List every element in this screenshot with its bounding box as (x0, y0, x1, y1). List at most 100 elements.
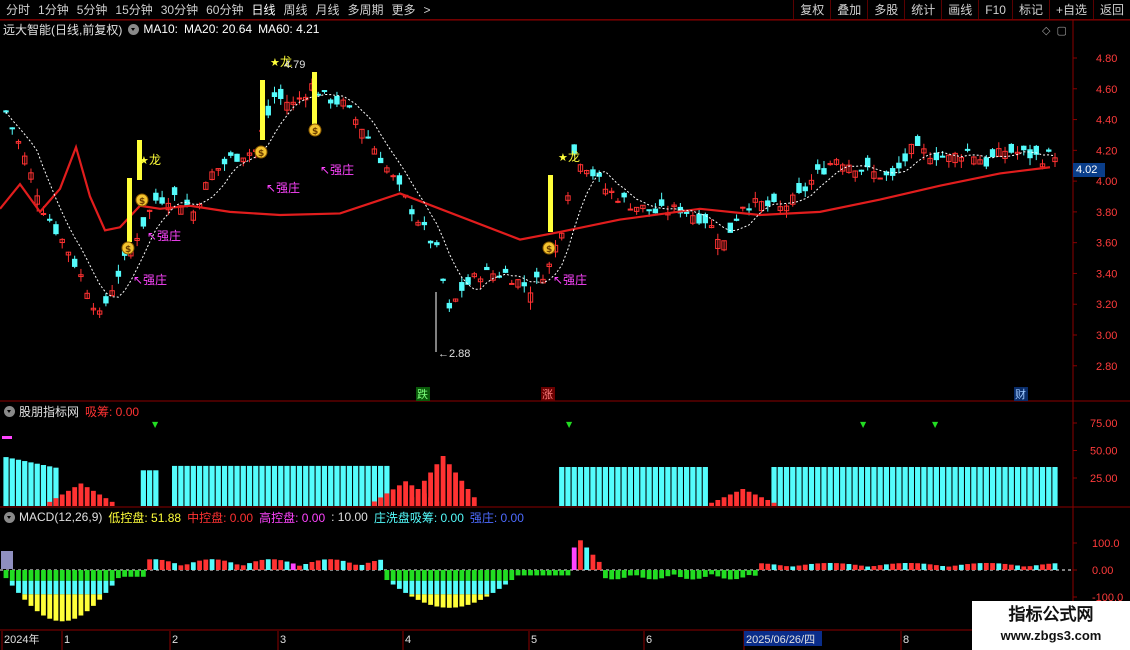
collapse-icon[interactable] (4, 511, 15, 523)
macd-bar-positive (1046, 563, 1052, 570)
candle-body (115, 270, 122, 277)
x-tick-label: 2024年 (4, 632, 39, 646)
macd-bar-negative (9, 570, 15, 581)
macd-bar-negative (134, 570, 140, 577)
window-icon[interactable]: ▢ (1056, 24, 1066, 37)
indicator-peak (66, 490, 71, 506)
macd-bar-negative (91, 580, 96, 595)
indicator-peak (47, 501, 53, 506)
mid-control-label: 中控盘: 0.00 (187, 510, 254, 525)
indicator-bar (209, 465, 215, 506)
indicator-peak (396, 485, 402, 506)
indicator-bar (371, 465, 377, 506)
indicator-bar (602, 467, 609, 506)
indicator-bar (303, 465, 309, 506)
indicator-peak (740, 489, 746, 506)
indicator-bar (234, 465, 240, 506)
candle-body (652, 208, 659, 214)
candle-body (53, 224, 59, 235)
candle-body (658, 199, 665, 206)
indicator-bar (996, 467, 1002, 506)
indicator-bar (971, 467, 977, 506)
macd-bar-negative (640, 570, 646, 578)
separator-label: : 10.00 (331, 510, 368, 524)
star-icon: ★ (139, 154, 149, 167)
collapse-icon[interactable] (128, 23, 140, 35)
candle-body (615, 200, 621, 203)
indicator-bar (1033, 467, 1039, 506)
indicator-bar (840, 467, 846, 506)
macd-bar-negative (478, 570, 483, 581)
candle-body (234, 153, 240, 162)
indicator-bar (265, 465, 271, 506)
chart-canvas[interactable]: 4.80 4.60 4.40 4.20 4.00 3.80 3.60 3.40 3.20 3.00… (0, 0, 1130, 650)
macd-bar-positive (977, 563, 983, 570)
macd-bar-positive (940, 566, 946, 570)
candle-body (733, 218, 740, 221)
x-tick-label: 5 (531, 634, 537, 646)
macd-bar-positive (802, 564, 808, 570)
macd-bar-negative (434, 594, 440, 607)
macd-bar-negative (465, 570, 471, 581)
last-price-tag: 4.02 (1073, 163, 1105, 177)
macd-bar-positive (902, 563, 908, 570)
macd-bar-negative (16, 570, 21, 581)
indicator-peak (53, 498, 59, 506)
macd-bar-positive (983, 562, 989, 570)
macd-bar-positive (215, 559, 221, 570)
indicator-peak (746, 491, 752, 506)
macd-bar-negative (440, 580, 446, 595)
candle-body (346, 105, 353, 108)
macd-bar-negative (621, 570, 627, 578)
high-label: 4.79 (284, 59, 305, 71)
macd-bar-negative (553, 570, 558, 576)
candle-body (896, 162, 902, 169)
indicator-bar (890, 467, 896, 506)
macd-bar-negative (478, 594, 483, 600)
macd-bar-negative (740, 570, 746, 578)
indicator-bar (858, 467, 865, 506)
macd-bar-negative (72, 594, 78, 619)
macd-bar-negative (421, 580, 427, 595)
indicator-peak (721, 497, 727, 506)
indicator-peak (97, 494, 103, 506)
x-tick-label: 1 (64, 634, 70, 646)
indicator-bar (47, 466, 53, 506)
macd-bar-negative (115, 570, 121, 579)
macd-bar-negative (66, 580, 71, 595)
macd-bar-negative (446, 594, 452, 608)
macd-bar-positive (1002, 563, 1008, 570)
candle-body (864, 157, 871, 168)
indicator-bar (284, 465, 290, 506)
macd-bar-positive (347, 562, 352, 570)
collapse-icon[interactable] (4, 405, 15, 417)
candle-body (71, 258, 78, 267)
indicator-bar (178, 465, 184, 506)
macd-title: MACD(12,26,9) (19, 510, 103, 524)
macd-bar-negative (459, 594, 465, 607)
macd-bar-negative (603, 570, 608, 579)
candle-body (434, 242, 440, 246)
diamond-icon[interactable]: ◇ (1042, 24, 1050, 37)
macd-bar-positive (927, 564, 933, 570)
candle-body (771, 193, 777, 203)
candle-body (1046, 149, 1052, 152)
x-tick-label: 6 (646, 634, 652, 646)
candle-body (321, 90, 328, 93)
ma20-label: MA20: 20.64 (184, 22, 253, 36)
macd-bar-positive (809, 563, 814, 570)
indicator-bar (790, 467, 796, 506)
indicator-bar (346, 465, 353, 506)
y-tick-label: 3.40 (1096, 268, 1117, 280)
candle-body (377, 157, 384, 164)
indicator-bar (952, 467, 958, 506)
macd-bar-negative (91, 570, 96, 581)
indicator-peak (752, 494, 758, 506)
low-label: ←2.88 (438, 348, 470, 360)
candle-body (3, 110, 9, 113)
macd-bar-positive (933, 565, 939, 570)
macd-bar-positive (596, 561, 602, 570)
macd-bar-positive (759, 563, 764, 570)
y-tick-label: 4.80 (1096, 53, 1117, 65)
macd-bar-negative (390, 570, 396, 581)
